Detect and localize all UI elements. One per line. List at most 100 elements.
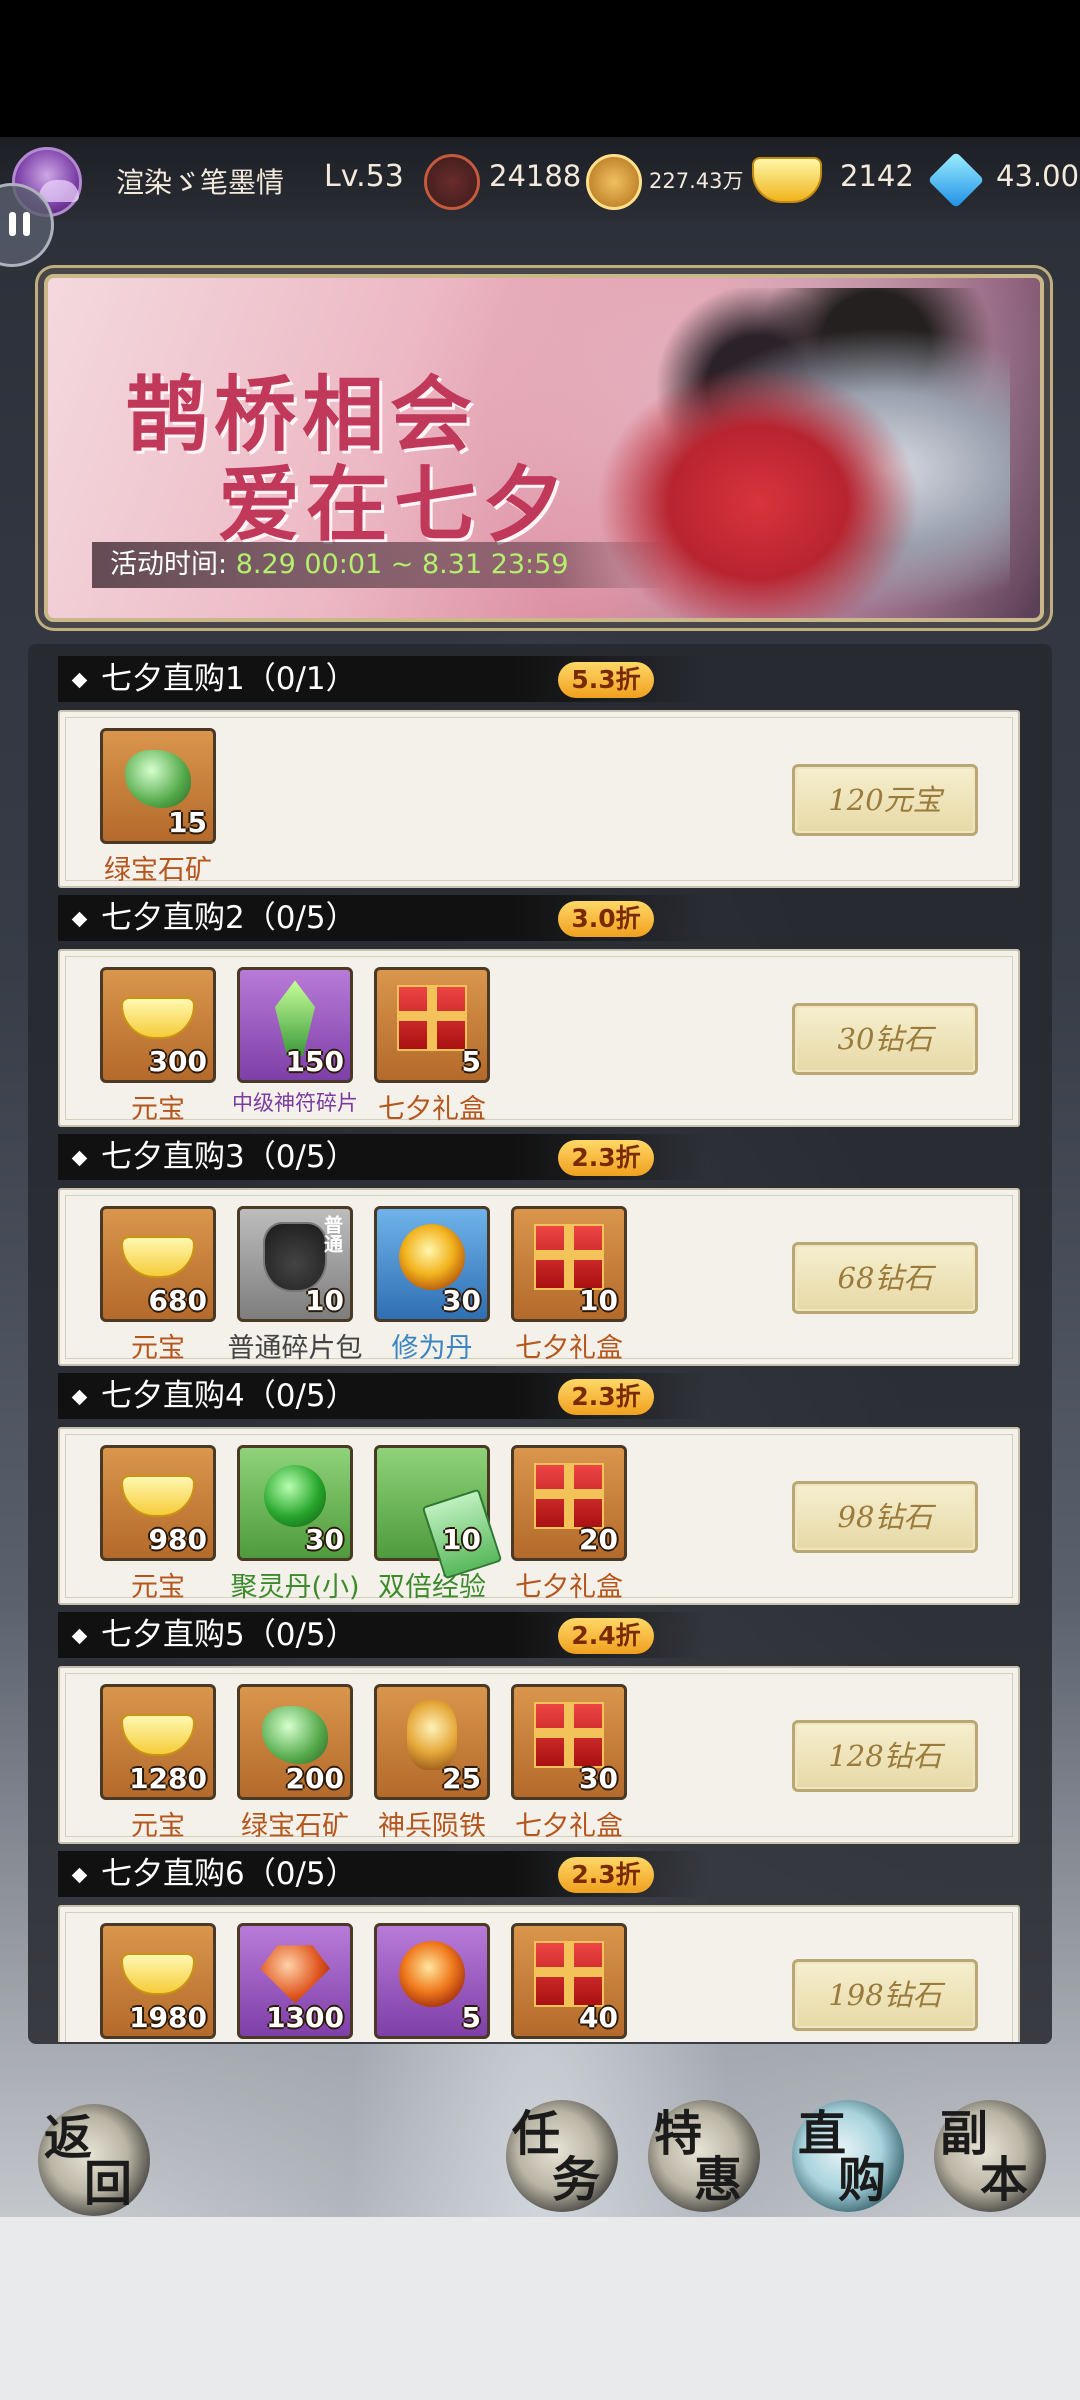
discount-badge: 2.3折 [558,1857,654,1893]
reward-item[interactable]: 30 聚灵丹(小) [230,1445,360,1604]
coin-value: 227.43万 [649,169,744,193]
reward-item[interactable]: 30 修为丹 [374,1206,490,1365]
item-count: 30 [579,1762,618,1795]
item-count: 10 [579,1284,618,1317]
reward-item-frame: 20 [511,1445,627,1561]
item-count: 1980 [129,2001,207,2034]
item-name: 七夕礼盒 [378,1094,486,1125]
ingot-value: 2142 [840,159,914,193]
special-offer-button[interactable]: 特 惠 [648,2100,760,2212]
reward-item-frame: 300 [100,967,216,1083]
item-count: 30 [442,1284,481,1317]
diamond-bullet-icon [71,911,88,928]
reward-item-frame: 25 [374,1684,490,1800]
reward-item[interactable]: 1980 [100,1923,216,2042]
gold-ingot-icon [121,1953,195,1996]
player-name: 渲染ゞ笔墨情 [116,166,285,199]
reward-item[interactable]: 1300 [237,1923,353,2042]
gift-box-icon [397,985,467,1052]
reward-item[interactable]: 10 双倍经验 [374,1445,503,1604]
reward-item-frame: 40 [511,1923,627,2039]
reward-item-frame: 1280 [100,1684,216,1800]
gold-ingot-icon[interactable] [752,157,822,203]
gold-ingot-icon [121,1475,195,1518]
discount-badge: 3.0折 [558,901,654,937]
reward-item[interactable]: 5 七夕礼盒 [374,967,490,1126]
task-button[interactable]: 任 务 [506,2100,618,2212]
item-name: 七夕礼盒 [515,1333,623,1364]
item-name: 神兵陨铁 [378,1811,486,1842]
reward-item[interactable]: 150 中级神符碎片 [232,967,358,1117]
reward-item[interactable]: 680 元宝 [100,1206,216,1365]
pack-header: 七夕直购5（0/5） 2.4折 [58,1612,708,1658]
discount-badge: 2.4折 [558,1618,654,1654]
pack-title: 七夕直购4（0/5） [101,1378,357,1414]
pack-body: 15 绿宝石矿 120元宝 [58,710,1020,888]
gift-box-icon [534,1463,604,1530]
reward-item[interactable]: 1280 元宝 [100,1684,216,1843]
reward-item[interactable]: 980 元宝 [100,1445,216,1604]
direct-buy-button[interactable]: 直 购 [792,2100,904,2212]
item-name: 七夕礼盒 [515,1572,623,1603]
reward-item[interactable]: 10 七夕礼盒 [511,1206,627,1365]
pack-title: 七夕直购2（0/5） [101,900,357,936]
item-count: 980 [148,1523,207,1556]
reward-item-frame: 1980 [100,1923,216,2039]
item-name: 绿宝石矿 [241,1811,349,1842]
reward-item[interactable]: 25 神兵陨铁 [374,1684,490,1843]
cultivation-pill-icon [399,1224,465,1291]
pack-header: 七夕直购2（0/5） 3.0折 [58,895,708,941]
reward-item[interactable]: 300 元宝 [100,967,216,1126]
reward-item[interactable]: 15 绿宝石矿 [100,728,216,887]
event-time-label: 活动时间: [110,549,228,580]
reward-item-frame: 30 [237,1445,353,1561]
pack-list[interactable]: 七夕直购1（0/1） 5.3折 15 绿宝石矿 120元宝 七夕直购2（0/5） 3.0折 3… [28,650,1052,2042]
fire-gem-icon [260,1945,330,2004]
buy-button[interactable]: 98钻石 [792,1481,978,1553]
pause-bar-icon [23,212,30,236]
buy-button[interactable]: 198钻石 [792,1959,978,2031]
item-name: 聚灵丹(小) [230,1572,360,1603]
diamond-icon[interactable] [927,151,985,209]
reward-item[interactable]: 30 七夕礼盒 [511,1684,627,1843]
buy-button[interactable]: 128钻石 [792,1720,978,1792]
pack-body: 980 元宝 30 聚灵丹(小) 10 双倍经验 20 七夕礼盒 98钻石 [58,1427,1020,1605]
item-count: 150 [285,1045,344,1078]
buy-button[interactable]: 68钻石 [792,1242,978,1314]
banner-title-line2: 爱在七夕 [218,457,571,553]
diamond-value: 43.00 [996,159,1080,193]
reward-item-frame: 10 [374,1445,503,1580]
item-name: 绿宝石矿 [104,855,212,886]
back-button[interactable]: 返 回 [38,2104,150,2216]
reward-item[interactable]: 200 绿宝石矿 [237,1684,353,1843]
pack-body: 300 元宝 150 中级神符碎片 5 七夕礼盒 30钻石 [58,949,1020,1127]
item-count: 40 [579,2001,618,2034]
dungeon-button[interactable]: 副 本 [934,2100,1046,2212]
top-resource-bar: 渲染ゞ笔墨情 Lv.53 24188 227.43万 2142 43.00 [0,137,1080,221]
reward-item[interactable]: 5 [374,1923,490,2042]
gift-box-icon [534,1941,604,2008]
gold-ingot-icon [121,1236,195,1279]
reward-item[interactable]: 20 七夕礼盒 [511,1445,627,1604]
buy-button[interactable]: 120元宝 [792,764,978,836]
gold-ingot-icon [121,1714,195,1757]
spirit-pill-icon [264,1465,326,1528]
reward-item-frame: 980 [100,1445,216,1561]
copper-coin-icon[interactable] [586,154,642,210]
item-count: 5 [461,1045,481,1078]
gold-ingot-icon [121,997,195,1040]
item-count: 5 [461,2001,481,2034]
item-name: 元宝 [131,1333,185,1364]
buy-button[interactable]: 30钻石 [792,1003,978,1075]
item-count: 20 [579,1523,618,1556]
dungeon-char2: 本 [980,2152,1029,2208]
reward-item[interactable]: 40 [511,1923,627,2042]
item-tag: 普通 [321,1215,343,1253]
reward-item[interactable]: 普通 10 普通碎片包 [228,1206,363,1365]
pack-header: 七夕直购3（0/5） 2.3折 [58,1134,708,1180]
item-name: 双倍经验 [378,1572,486,1603]
pack-title: 七夕直购3（0/5） [101,1139,357,1175]
item-count: 10 [305,1284,344,1317]
reward-item-frame: 200 [237,1684,353,1800]
item-count: 1300 [266,2001,344,2034]
